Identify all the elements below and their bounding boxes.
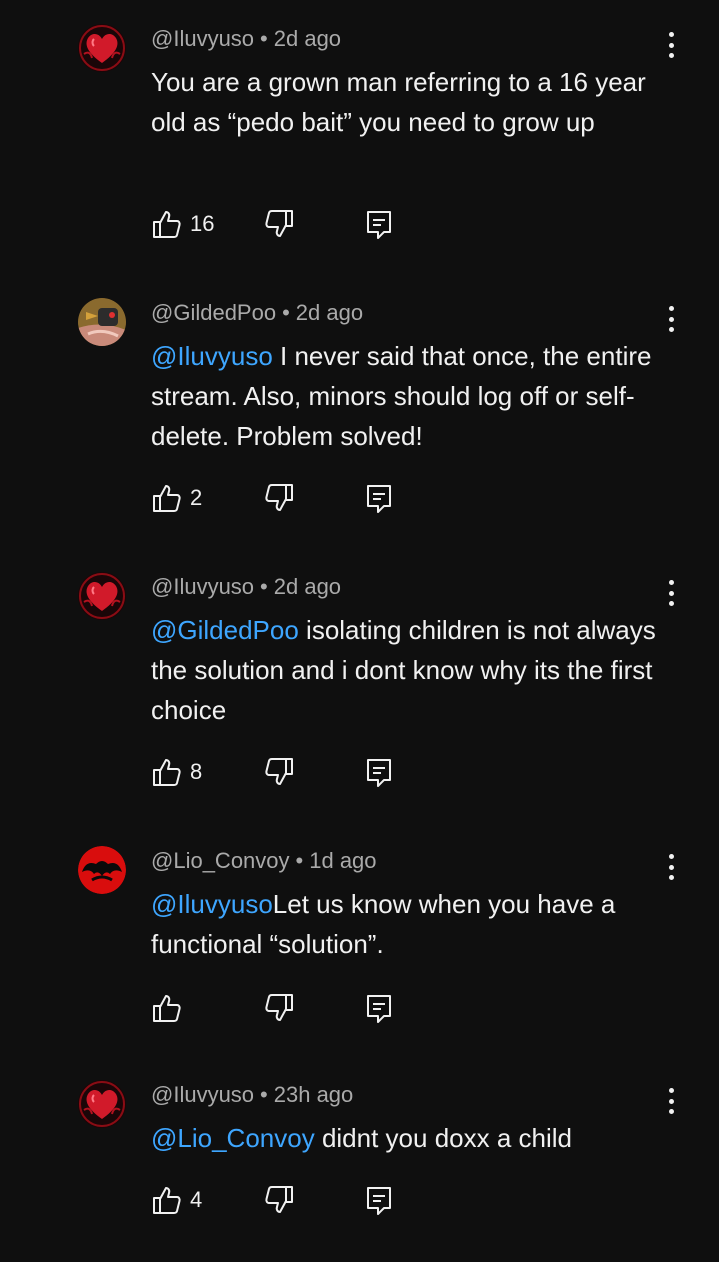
heart-avatar-icon	[78, 24, 126, 72]
reply-icon	[367, 995, 391, 1023]
comment-meta: @Lio_Convoy • 1d ago	[151, 848, 377, 874]
comment-timestamp[interactable]: 23h ago	[274, 1082, 354, 1107]
like-count: 8	[190, 759, 203, 784]
author-handle[interactable]: @Iluvyuso	[151, 26, 254, 51]
thumb-up-icon	[153, 995, 181, 1022]
comment-timestamp[interactable]: 2d ago	[296, 300, 363, 325]
dislike-button[interactable]	[263, 992, 295, 1024]
comment-body: You are a grown man referring to a 16 ye…	[151, 67, 646, 137]
mention-link[interactable]: @Iluvyuso	[151, 341, 273, 371]
mention-link[interactable]: @Lio_Convoy	[151, 1123, 315, 1153]
comment-body: didnt you doxx a child	[314, 1123, 572, 1153]
thumb-down-icon	[265, 484, 293, 511]
author-handle[interactable]: @Iluvyuso	[151, 574, 254, 599]
meta-separator: •	[260, 1082, 268, 1107]
reply-button[interactable]	[363, 482, 395, 514]
thumb-up-icon	[153, 1187, 181, 1214]
comment-actions	[151, 992, 411, 1026]
comment-meta: @Iluvyuso • 2d ago	[151, 574, 341, 600]
comment-timestamp[interactable]: 1d ago	[309, 848, 376, 873]
reply-icon	[367, 1187, 391, 1215]
more-vertical-icon[interactable]	[660, 304, 682, 334]
comment-text: @Lio_Convoy didnt you doxx a child	[151, 1118, 671, 1158]
comment-meta: @Iluvyuso • 2d ago	[151, 26, 341, 52]
comment-actions: 8	[151, 756, 411, 790]
dislike-button[interactable]	[263, 1184, 295, 1216]
comment-meta: @Iluvyuso • 23h ago	[151, 1082, 353, 1108]
reply-icon	[367, 759, 391, 787]
like-button[interactable]: 2	[151, 482, 202, 514]
comment-timestamp[interactable]: 2d ago	[274, 574, 341, 599]
meta-separator: •	[260, 26, 268, 51]
reply-icon	[367, 485, 391, 513]
like-button[interactable]: 16	[151, 208, 214, 240]
avatar[interactable]	[78, 298, 126, 346]
thumb-down-icon	[265, 758, 293, 785]
comment-actions: 2	[151, 482, 411, 516]
thundercats-avatar-icon	[78, 846, 126, 894]
more-vertical-icon[interactable]	[660, 1086, 682, 1116]
comment-text: You are a grown man referring to a 16 ye…	[151, 62, 671, 142]
avatar[interactable]	[78, 24, 126, 72]
like-button[interactable]	[151, 992, 190, 1024]
heart-avatar-icon	[78, 572, 126, 620]
more-vertical-icon[interactable]	[660, 30, 682, 60]
comment-thread: @Iluvyuso • 2d ago You are a grown man ref…	[0, 0, 719, 1262]
author-handle[interactable]: @GildedPoo	[151, 300, 276, 325]
comment-meta: @GildedPoo • 2d ago	[151, 300, 363, 326]
comment-actions: 16	[151, 208, 411, 242]
avatar[interactable]	[78, 846, 126, 894]
mention-link[interactable]: @GildedPoo	[151, 615, 299, 645]
meta-separator: •	[295, 848, 304, 873]
comment-text: @Iluvyuso I never said that once, the en…	[151, 336, 671, 456]
reply-icon	[367, 211, 391, 239]
avatar[interactable]	[78, 572, 126, 620]
author-handle[interactable]: @Lio_Convoy	[151, 848, 290, 873]
character-avatar-icon	[78, 298, 126, 346]
reply-button[interactable]	[363, 992, 395, 1024]
thumb-up-icon	[153, 211, 181, 238]
thumb-down-icon	[265, 1186, 293, 1213]
thumb-up-icon	[153, 759, 181, 786]
reply-button[interactable]	[363, 208, 395, 240]
comment-text: @IluvyusoLet us know when you have a fun…	[151, 884, 671, 964]
dislike-button[interactable]	[263, 482, 295, 514]
like-button[interactable]: 8	[151, 756, 202, 788]
meta-separator: •	[282, 300, 290, 325]
avatar[interactable]	[78, 1080, 126, 1128]
thumb-down-icon	[265, 210, 293, 237]
mention-link[interactable]: @Iluvyuso	[151, 889, 273, 919]
heart-avatar-icon	[78, 1080, 126, 1128]
thumb-down-icon	[265, 994, 293, 1021]
meta-separator: •	[260, 574, 268, 599]
more-vertical-icon[interactable]	[660, 578, 682, 608]
dislike-button[interactable]	[263, 208, 295, 240]
more-vertical-icon[interactable]	[660, 852, 682, 882]
like-count: 4	[190, 1187, 203, 1212]
like-count: 2	[190, 485, 203, 510]
comment-actions: 4	[151, 1184, 411, 1218]
comment-text: @GildedPoo isolating children is not alw…	[151, 610, 671, 730]
author-handle[interactable]: @Iluvyuso	[151, 1082, 254, 1107]
comment-timestamp[interactable]: 2d ago	[274, 26, 341, 51]
dislike-button[interactable]	[263, 756, 295, 788]
reply-button[interactable]	[363, 756, 395, 788]
like-count: 16	[190, 211, 215, 236]
reply-button[interactable]	[363, 1184, 395, 1216]
thumb-up-icon	[153, 485, 181, 512]
like-button[interactable]: 4	[151, 1184, 202, 1216]
